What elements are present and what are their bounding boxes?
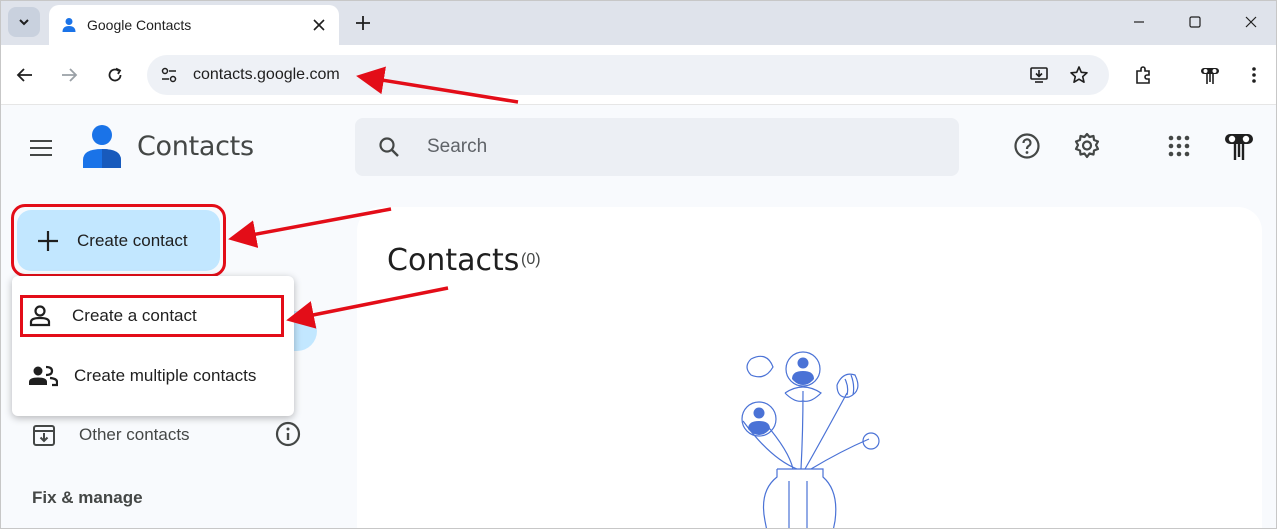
menu-icon (30, 140, 52, 156)
search-icon[interactable] (375, 133, 403, 161)
info-icon (275, 421, 301, 447)
reload-icon (108, 67, 122, 82)
menu-item-label: Create multiple contacts (74, 366, 257, 385)
profile-avatar-icon (1201, 68, 1219, 84)
create-contact-label: Create contact (77, 230, 188, 250)
contacts-favicon-icon (62, 18, 76, 32)
contacts-main-panel: Contacts (0) (357, 207, 1262, 528)
archive-download-icon (33, 425, 55, 446)
account-avatar[interactable] (1219, 126, 1259, 166)
contacts-heading: Contacts (387, 243, 520, 278)
browser-tab-strip: Google Contacts (1, 1, 1276, 45)
profile-button[interactable] (1194, 59, 1226, 91)
help-button[interactable] (1007, 126, 1047, 166)
help-icon (1014, 133, 1040, 159)
browser-toolbar: contacts.google.com (1, 45, 1276, 105)
contacts-count: (0) (521, 251, 541, 268)
tab-title: Google Contacts (87, 17, 192, 33)
fix-manage-heading: Fix & manage (32, 488, 143, 507)
address-bar[interactable]: contacts.google.com (147, 55, 1109, 95)
back-button[interactable] (9, 59, 41, 91)
other-contacts-info-button[interactable] (273, 419, 303, 449)
chevron-down-icon (19, 19, 29, 26)
star-icon (1070, 66, 1088, 83)
minimize-button[interactable] (1117, 7, 1161, 37)
app-title: Contacts (137, 131, 254, 162)
arrow-right-icon (62, 68, 78, 82)
browser-tab[interactable]: Google Contacts (49, 5, 339, 45)
settings-icon (1074, 132, 1100, 159)
maximize-icon (1189, 16, 1201, 28)
create-a-contact-highlight (20, 295, 284, 337)
create-contact-button[interactable]: Create contact (17, 210, 220, 271)
search-input[interactable] (427, 128, 927, 166)
google-apps-button[interactable] (1159, 126, 1199, 166)
install-app-button[interactable] (1025, 61, 1053, 89)
install-desktop-icon (1030, 67, 1048, 83)
sidebar-item-label: Other contacts (79, 425, 190, 444)
apps-grid-icon (1168, 135, 1190, 157)
maximize-button[interactable] (1173, 7, 1217, 37)
puzzle-icon (1136, 66, 1150, 84)
close-icon (1245, 16, 1257, 28)
settings-button[interactable] (1067, 126, 1107, 166)
extensions-button[interactable] (1127, 59, 1159, 91)
people-icon (29, 365, 58, 387)
bookmark-button[interactable] (1065, 61, 1093, 89)
tab-close-button[interactable] (305, 11, 333, 39)
site-info-button[interactable] (155, 61, 183, 89)
account-avatar-icon (1225, 134, 1253, 160)
screenshot-root: Google Contacts contacts.google.com Cont… (0, 0, 1277, 529)
close-icon (313, 19, 325, 31)
menu-item-create-multiple-contacts[interactable]: Create multiple contacts (12, 354, 294, 398)
plus-icon (38, 230, 58, 251)
forward-button[interactable] (53, 59, 85, 91)
search-bar[interactable] (355, 118, 959, 176)
tab-search-button[interactable] (8, 7, 40, 37)
more-vert-icon (1252, 67, 1256, 83)
tune-icon (161, 67, 177, 83)
new-tab-button[interactable] (349, 9, 377, 37)
sidebar-item-other-contacts[interactable]: Other contacts (31, 415, 311, 455)
create-contact-highlight: Create contact (11, 204, 226, 277)
plus-icon (356, 16, 370, 30)
app-header: Contacts (1, 106, 1276, 186)
window-close-button[interactable] (1229, 7, 1273, 37)
empty-state-illustration (741, 351, 880, 528)
url-text[interactable]: contacts.google.com (193, 66, 340, 84)
reload-button[interactable] (99, 59, 131, 91)
contacts-logo-icon (83, 125, 121, 168)
main-menu-button[interactable] (23, 130, 59, 166)
browser-menu-button[interactable] (1238, 59, 1270, 91)
arrow-left-icon (16, 68, 32, 82)
minimize-icon (1134, 21, 1144, 23)
